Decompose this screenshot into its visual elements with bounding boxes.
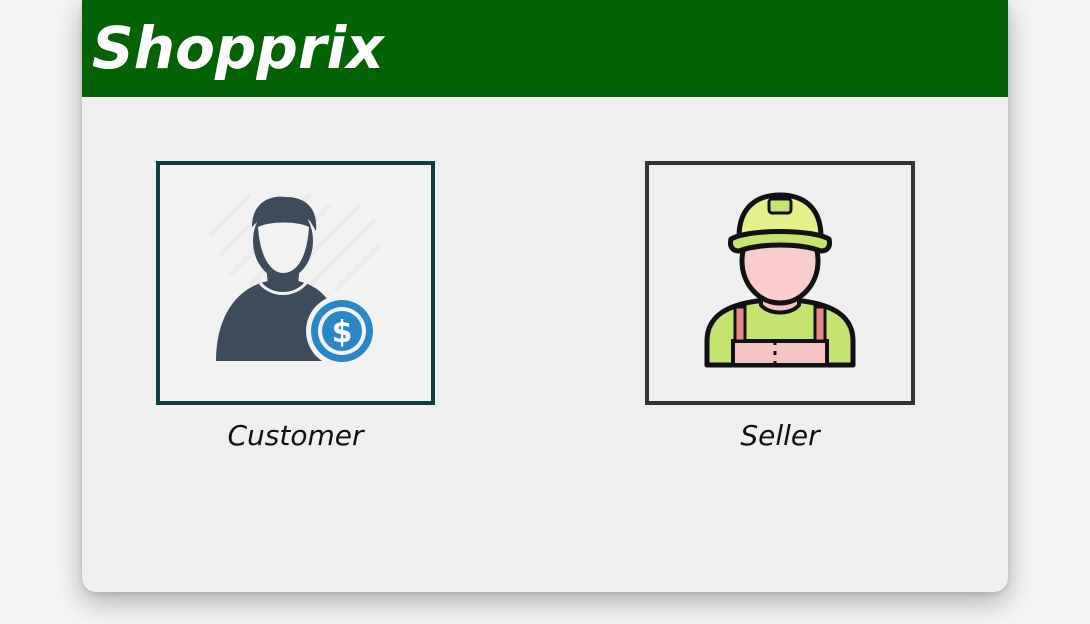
customer-dollar-icon: $ bbox=[208, 193, 382, 367]
svg-text:$: $ bbox=[332, 315, 353, 350]
app-title: Shopprix bbox=[92, 14, 384, 82]
seller-worker-icon bbox=[704, 192, 856, 368]
seller-label: Seller bbox=[740, 419, 820, 452]
customer-label: Customer bbox=[227, 419, 364, 452]
seller-role-button[interactable] bbox=[645, 161, 915, 405]
customer-role-button[interactable]: $ bbox=[156, 161, 435, 405]
app-window: Shopprix $ Customer Seller bbox=[82, 0, 1008, 592]
app-header: Shopprix bbox=[82, 0, 1008, 97]
